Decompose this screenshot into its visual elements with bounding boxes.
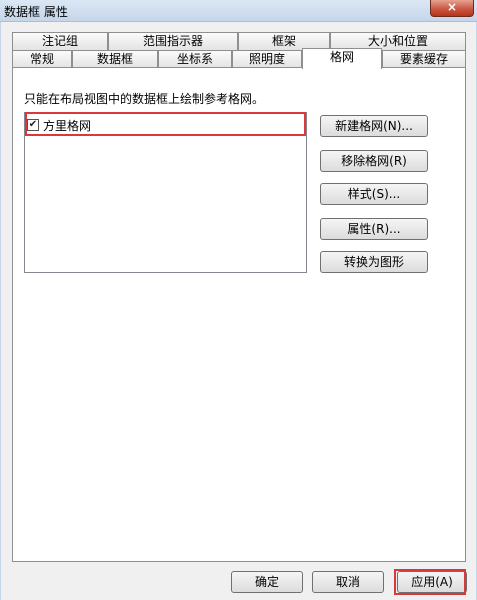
grid-checkbox[interactable]: ✔ [27,119,39,131]
window-title: 数据框 属性 [4,5,68,19]
tab-grids[interactable]: 格网 [302,48,382,69]
tab-label: 数据框 [96,52,133,66]
tab-label: 注记组 [41,34,78,48]
tab-data-frame[interactable]: 数据框 [72,50,158,68]
ok-button[interactable]: 确定 [231,571,303,593]
tab-label: 要素缓存 [399,52,448,66]
tab-general[interactable]: 常规 [12,50,72,68]
grid-list-item[interactable]: ✔ 方里格网 [27,116,91,134]
grids-panel: 只能在布局视图中的数据框上绘制参考格网。 ✔ 方里格网 新建格网(N)... 移… [12,67,466,562]
tab-feature-cache[interactable]: 要素缓存 [382,50,466,68]
properties-button[interactable]: 属性(R)... [320,218,428,240]
tab-label: 大小和位置 [367,34,428,48]
cancel-button[interactable]: 取消 [312,571,384,593]
tab-label: 坐标系 [176,52,213,66]
remove-grid-button[interactable]: 移除格网(R) [320,150,428,172]
tab-label: 范围指示器 [142,34,203,48]
close-icon: × [446,0,458,14]
convert-to-graphics-button[interactable]: 转换为图形 [320,251,428,273]
grid-hint-text: 只能在布局视图中的数据框上绘制参考格网。 [24,92,265,106]
tab-extent-indicators[interactable]: 范围指示器 [108,32,238,50]
apply-button[interactable]: 应用(A) [397,571,467,593]
grid-list[interactable]: ✔ 方里格网 [24,112,307,273]
grid-item-label: 方里格网 [43,118,92,133]
close-button[interactable]: × [430,0,474,17]
new-grid-button[interactable]: 新建格网(N)... [320,115,428,137]
tab-illumination[interactable]: 照明度 [232,50,302,68]
tab-coordinate-system[interactable]: 坐标系 [158,50,232,68]
tab-label: 常规 [29,52,54,66]
tab-label: 照明度 [248,52,285,66]
title-bar: 数据框 属性 × [0,0,477,22]
tab-annotation-groups[interactable]: 注记组 [12,32,108,50]
checkmark-icon: ✔ [28,119,38,130]
tab-label: 格网 [329,50,354,64]
tab-label: 框架 [271,34,296,48]
style-button[interactable]: 样式(S)... [320,183,428,205]
